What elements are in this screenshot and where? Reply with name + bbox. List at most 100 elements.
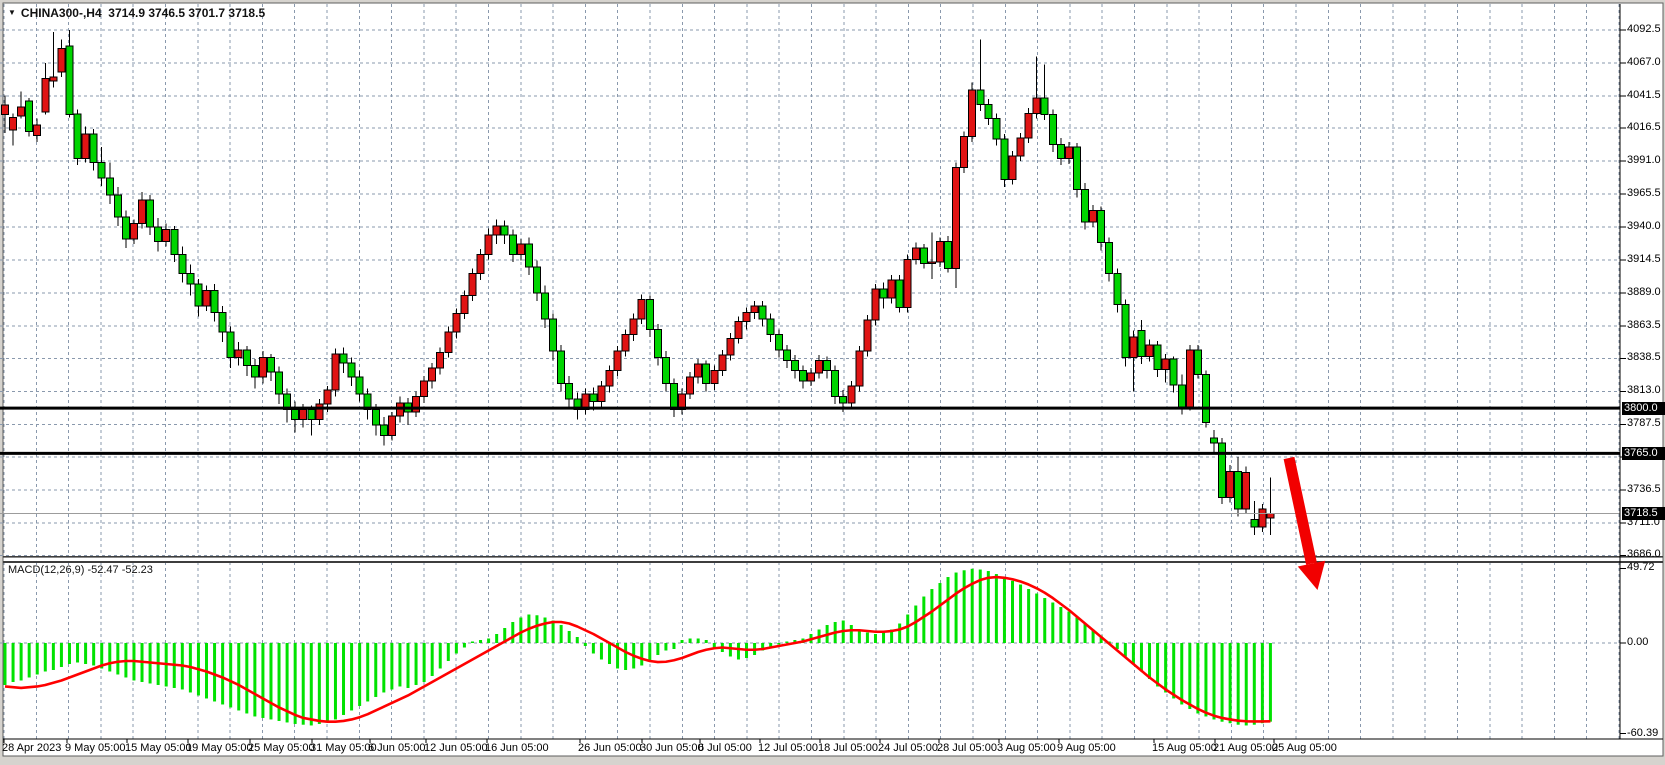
candle-bearish — [509, 235, 516, 254]
macd-histogram-bar — [1011, 581, 1014, 643]
macd-histogram-bar — [439, 643, 442, 668]
chart-window: ▼CHINA300-,H4 3714.9 3746.5 3701.7 3718.… — [0, 0, 1665, 765]
macd-histogram-bar — [455, 643, 458, 653]
macd-histogram-bar — [995, 574, 998, 643]
candle-bearish — [654, 329, 661, 357]
candle-bullish — [953, 168, 960, 269]
price-axis-label: 3940.0 — [1627, 220, 1661, 232]
candle-bearish — [26, 101, 33, 131]
time-axis-label: 15 May 05:00 — [125, 742, 192, 754]
candle-bullish — [18, 107, 25, 116]
macd-histogram-bar — [552, 621, 555, 643]
macd-histogram-bar — [342, 643, 345, 715]
price-axis-label: 4016.5 — [1627, 121, 1661, 133]
candle-bearish — [824, 360, 831, 370]
horizontal-level-line[interactable] — [0, 452, 1620, 455]
candle-bearish — [533, 267, 540, 293]
candle-bullish — [413, 396, 420, 412]
candle-bullish — [163, 230, 170, 242]
price-axis-label: 3889.0 — [1627, 286, 1661, 298]
price-level-tag[interactable]: 3765.0 — [1622, 447, 1665, 460]
candle-bullish — [42, 78, 49, 112]
candle-bearish — [1049, 115, 1056, 145]
macd-histogram-bar — [471, 642, 474, 643]
candle-bearish — [243, 350, 250, 366]
macd-histogram-bar — [221, 643, 224, 704]
candle-bullish — [808, 373, 815, 381]
time-axis-label: 31 May 05:00 — [310, 742, 377, 754]
macd-histogram-bar — [947, 577, 950, 643]
macd-histogram-bar — [1269, 643, 1272, 722]
price-axis-label: 3863.5 — [1627, 319, 1661, 331]
macd-histogram-bar — [600, 643, 603, 659]
price-level-tag[interactable]: 3800.0 — [1622, 402, 1665, 415]
macd-histogram-bar — [108, 643, 111, 671]
macd-histogram-bar — [560, 625, 563, 643]
macd-histogram-bar — [874, 634, 877, 643]
macd-histogram-bar — [705, 640, 708, 643]
macd-histogram-bar — [1003, 577, 1006, 643]
horizontal-level-line[interactable] — [0, 407, 1620, 410]
candle-bullish — [485, 235, 492, 254]
macd-histogram-bar — [882, 633, 885, 643]
macd-histogram-bar — [326, 643, 329, 722]
candle-bearish — [590, 394, 597, 402]
candle-bullish — [332, 354, 339, 390]
macd-histogram-bar — [648, 643, 651, 661]
macd-histogram-bar — [519, 618, 522, 643]
macd-histogram-bar — [584, 643, 587, 646]
candle-bullish — [1243, 473, 1250, 509]
macd-histogram-bar — [664, 643, 667, 650]
macd-histogram-bar — [963, 570, 966, 643]
candle-bearish — [783, 350, 790, 360]
candle-bearish — [501, 226, 508, 235]
candle-bearish — [1202, 375, 1209, 423]
macd-histogram-bar — [390, 643, 393, 689]
candle-bearish — [646, 300, 653, 330]
candle-bullish — [10, 117, 17, 130]
candle-bullish — [622, 334, 629, 351]
macd-histogram-bar — [1156, 643, 1159, 686]
candle-bearish — [1001, 139, 1008, 179]
price-axis-label: 3838.5 — [1627, 351, 1661, 363]
candle-bearish — [759, 306, 766, 319]
candle-bearish — [566, 384, 573, 400]
candle-bearish — [372, 409, 379, 425]
candle-bullish — [1009, 156, 1016, 179]
time-axis-label: 30 Jun 05:00 — [640, 742, 704, 754]
candle-bullish — [598, 386, 605, 402]
candle-bearish — [74, 114, 81, 159]
macd-histogram-bar — [777, 643, 780, 644]
macd-histogram-bar — [785, 642, 788, 643]
candle-bearish — [66, 46, 73, 115]
candle-bullish — [453, 314, 460, 332]
candle-bullish — [751, 306, 758, 312]
chart-canvas[interactable] — [0, 0, 1665, 765]
candle-bullish — [34, 125, 41, 135]
time-axis-label: 9 May 05:00 — [65, 742, 126, 754]
price-level-tag[interactable]: 3718.5 — [1622, 507, 1665, 520]
candle-bearish — [880, 289, 887, 298]
candle-bullish — [961, 137, 968, 168]
price-axis-label: 3736.5 — [1627, 483, 1661, 495]
macd-histogram-bar — [423, 643, 426, 682]
candle-bearish — [1251, 519, 1258, 527]
candle-bullish — [429, 368, 436, 381]
macd-histogram-bar — [922, 597, 925, 643]
macd-histogram-bar — [415, 643, 418, 685]
candle-bearish — [558, 351, 565, 383]
panel-separator[interactable] — [3, 556, 1663, 558]
candle-bullish — [1259, 509, 1266, 527]
panel-separator[interactable] — [3, 561, 1663, 563]
chevron-down-icon[interactable]: ▼ — [8, 8, 16, 17]
candle-bearish — [155, 227, 162, 241]
macd-histogram-bar — [374, 643, 377, 697]
macd-histogram-bar — [84, 643, 87, 664]
time-axis-label: 6 Jun 05:00 — [368, 742, 426, 754]
candle-bearish — [187, 274, 194, 284]
candle-bearish — [98, 163, 105, 179]
macd-histogram-bar — [729, 643, 732, 656]
time-axis-label: 18 Jul 05:00 — [818, 742, 878, 754]
candle-bearish — [1219, 443, 1226, 497]
macd-histogram-bar — [1035, 594, 1038, 643]
